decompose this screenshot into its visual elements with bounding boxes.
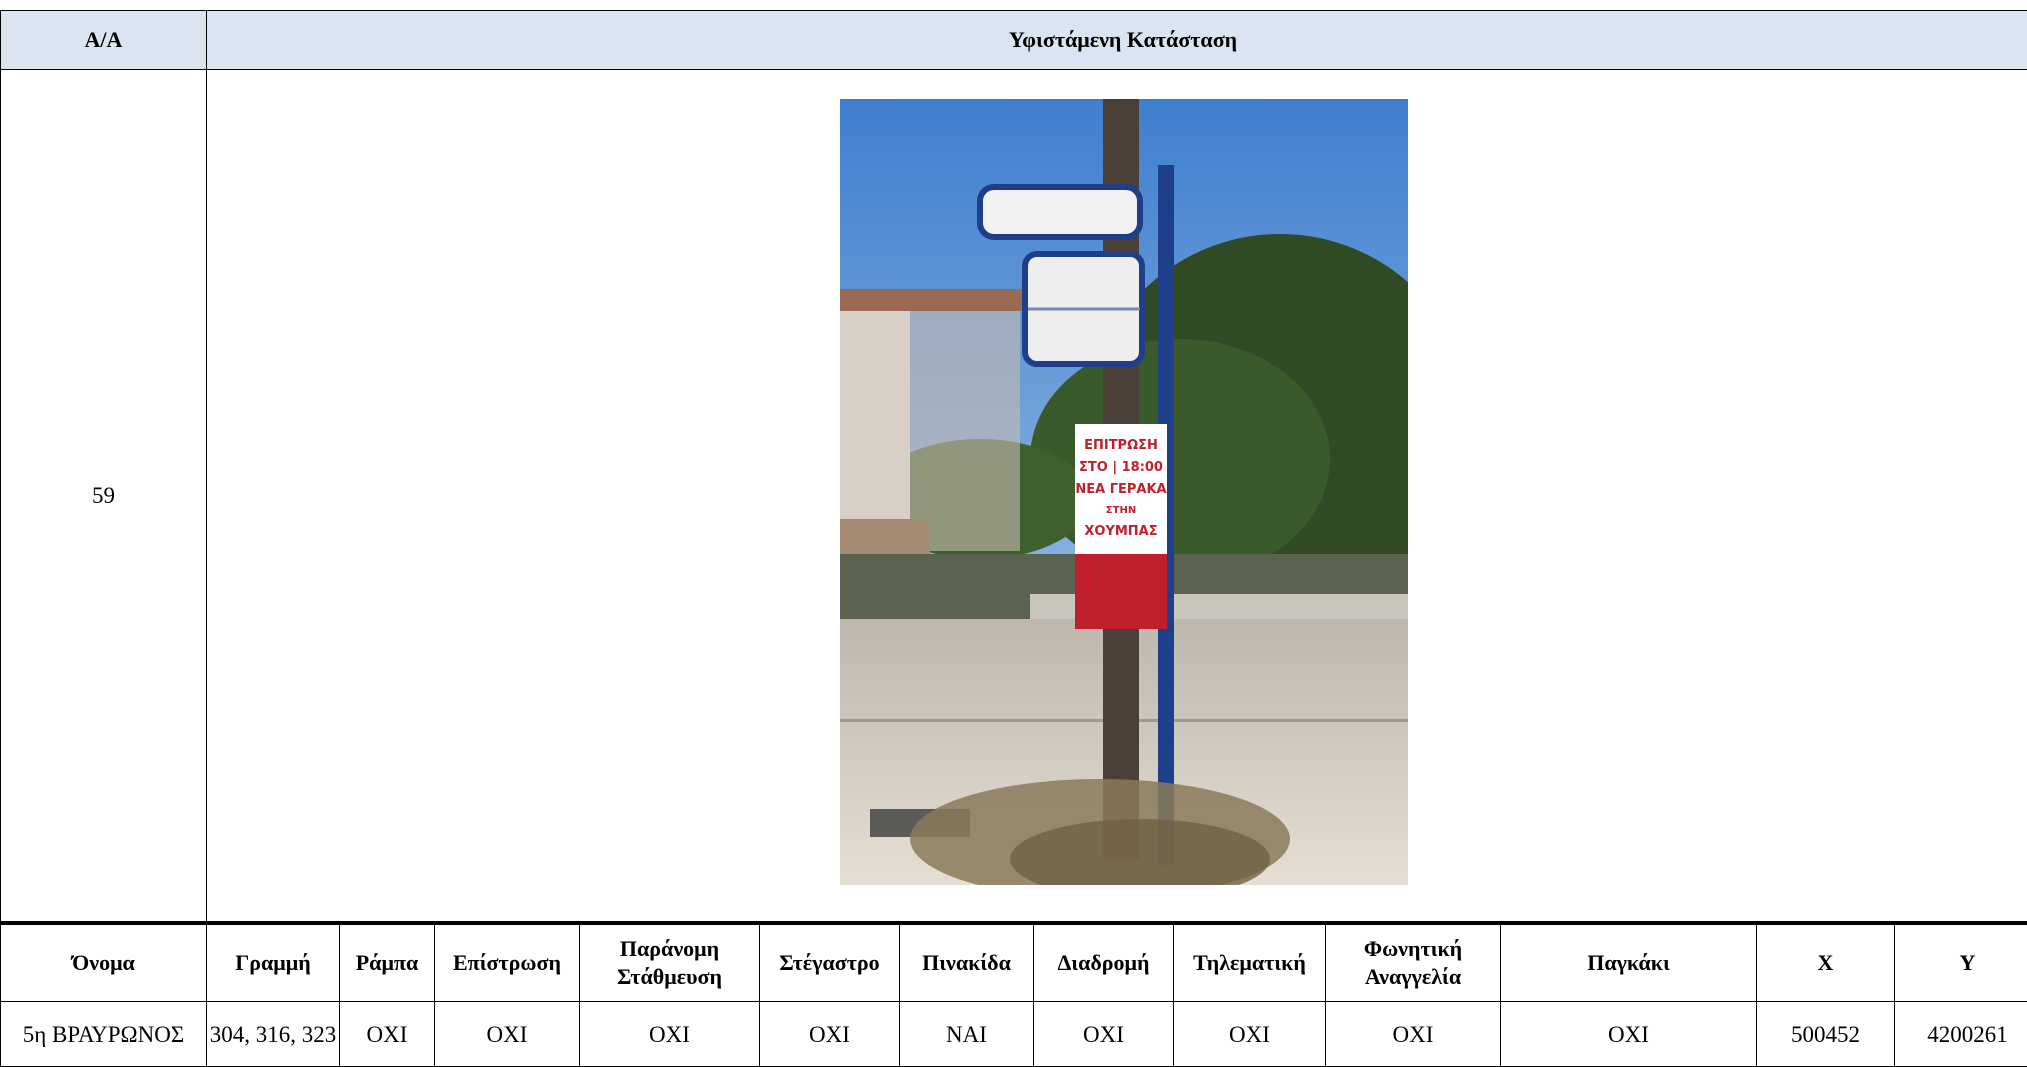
cell-illegal-parking: ΟΧΙ <box>580 1002 760 1067</box>
header-illegal-parking: Παράνομη Στάθμευση <box>580 923 760 1002</box>
header-x: X <box>1757 923 1895 1002</box>
header-paving: Επίστρωση <box>435 923 580 1002</box>
cell-sign: ΝΑΙ <box>900 1002 1034 1067</box>
cell-paving: ΟΧΙ <box>435 1002 580 1067</box>
cell-route: ΟΧΙ <box>1034 1002 1174 1067</box>
table-row: 5η ΒΡΑΥΡΩΝΟΣ 304, 316, 323 ΟΧΙ ΟΧΙ ΟΧΙ Ο… <box>1 1002 2027 1067</box>
cell-shelter: ΟΧΙ <box>760 1002 900 1067</box>
bus-stop-photo: ΕΠΙΤΡΩΣΗ ΣΤΟ | 18:00 ΝΕΑ ΓΕΡΑΚΑ ΣΤΗΝ ΧΟΥ… <box>840 99 1408 885</box>
header-ramp: Ράμπα <box>340 923 435 1002</box>
header-sign: Πινακίδα <box>900 923 1034 1002</box>
poster-line-1: ΕΠΙΤΡΩΣΗ <box>1084 438 1158 453</box>
header-aa: A/A <box>1 11 207 70</box>
cell-name: 5η ΒΡΑΥΡΩΝΟΣ <box>1 1002 207 1067</box>
row-number: 59 <box>1 70 207 923</box>
header-bench: Παγκάκι <box>1501 923 1757 1002</box>
header-route: Διαδρομή <box>1034 923 1174 1002</box>
cell-y: 4200261 <box>1895 1002 2027 1067</box>
poster-line-3: ΝΕΑ ΓΕΡΑΚΑ <box>1075 482 1166 497</box>
house <box>840 289 1025 311</box>
cell-x: 500452 <box>1757 1002 1895 1067</box>
cell-ramp: ΟΧΙ <box>340 1002 435 1067</box>
top-sign <box>980 187 1140 237</box>
cell-bench: ΟΧΙ <box>1501 1002 1757 1067</box>
cell-voice-announcement: ΟΧΙ <box>1326 1002 1501 1067</box>
cell-telematics: ΟΧΙ <box>1174 1002 1326 1067</box>
header-y: Y <box>1895 923 2027 1002</box>
poster-line-2: ΣΤΟ | 18:00 <box>1079 460 1163 475</box>
poster-line-4: ΣΤΗΝ <box>1106 505 1136 516</box>
header-name: Όνομα <box>1 923 207 1002</box>
header-existing-status: Υφιστάμενη Κατάσταση <box>207 11 2027 70</box>
cell-line: 304, 316, 323 <box>207 1002 340 1067</box>
status-table: A/A Υφιστάμενη Κατάσταση 59 <box>0 10 2027 923</box>
details-table: Όνομα Γραμμή Ράμπα Επίστρωση Παράνομη Στ… <box>0 921 2027 1067</box>
header-line: Γραμμή <box>207 923 340 1002</box>
photo-cell: ΕΠΙΤΡΩΣΗ ΣΤΟ | 18:00 ΝΕΑ ΓΕΡΑΚΑ ΣΤΗΝ ΧΟΥ… <box>207 70 2027 923</box>
header-shelter: Στέγαστρο <box>760 923 900 1002</box>
header-telematics: Τηλεματική <box>1174 923 1326 1002</box>
header-voice-announcement: Φωνητική Αναγγελία <box>1326 923 1501 1002</box>
poster-line-5: ΧΟΥΜΠΑΣ <box>1084 524 1157 539</box>
